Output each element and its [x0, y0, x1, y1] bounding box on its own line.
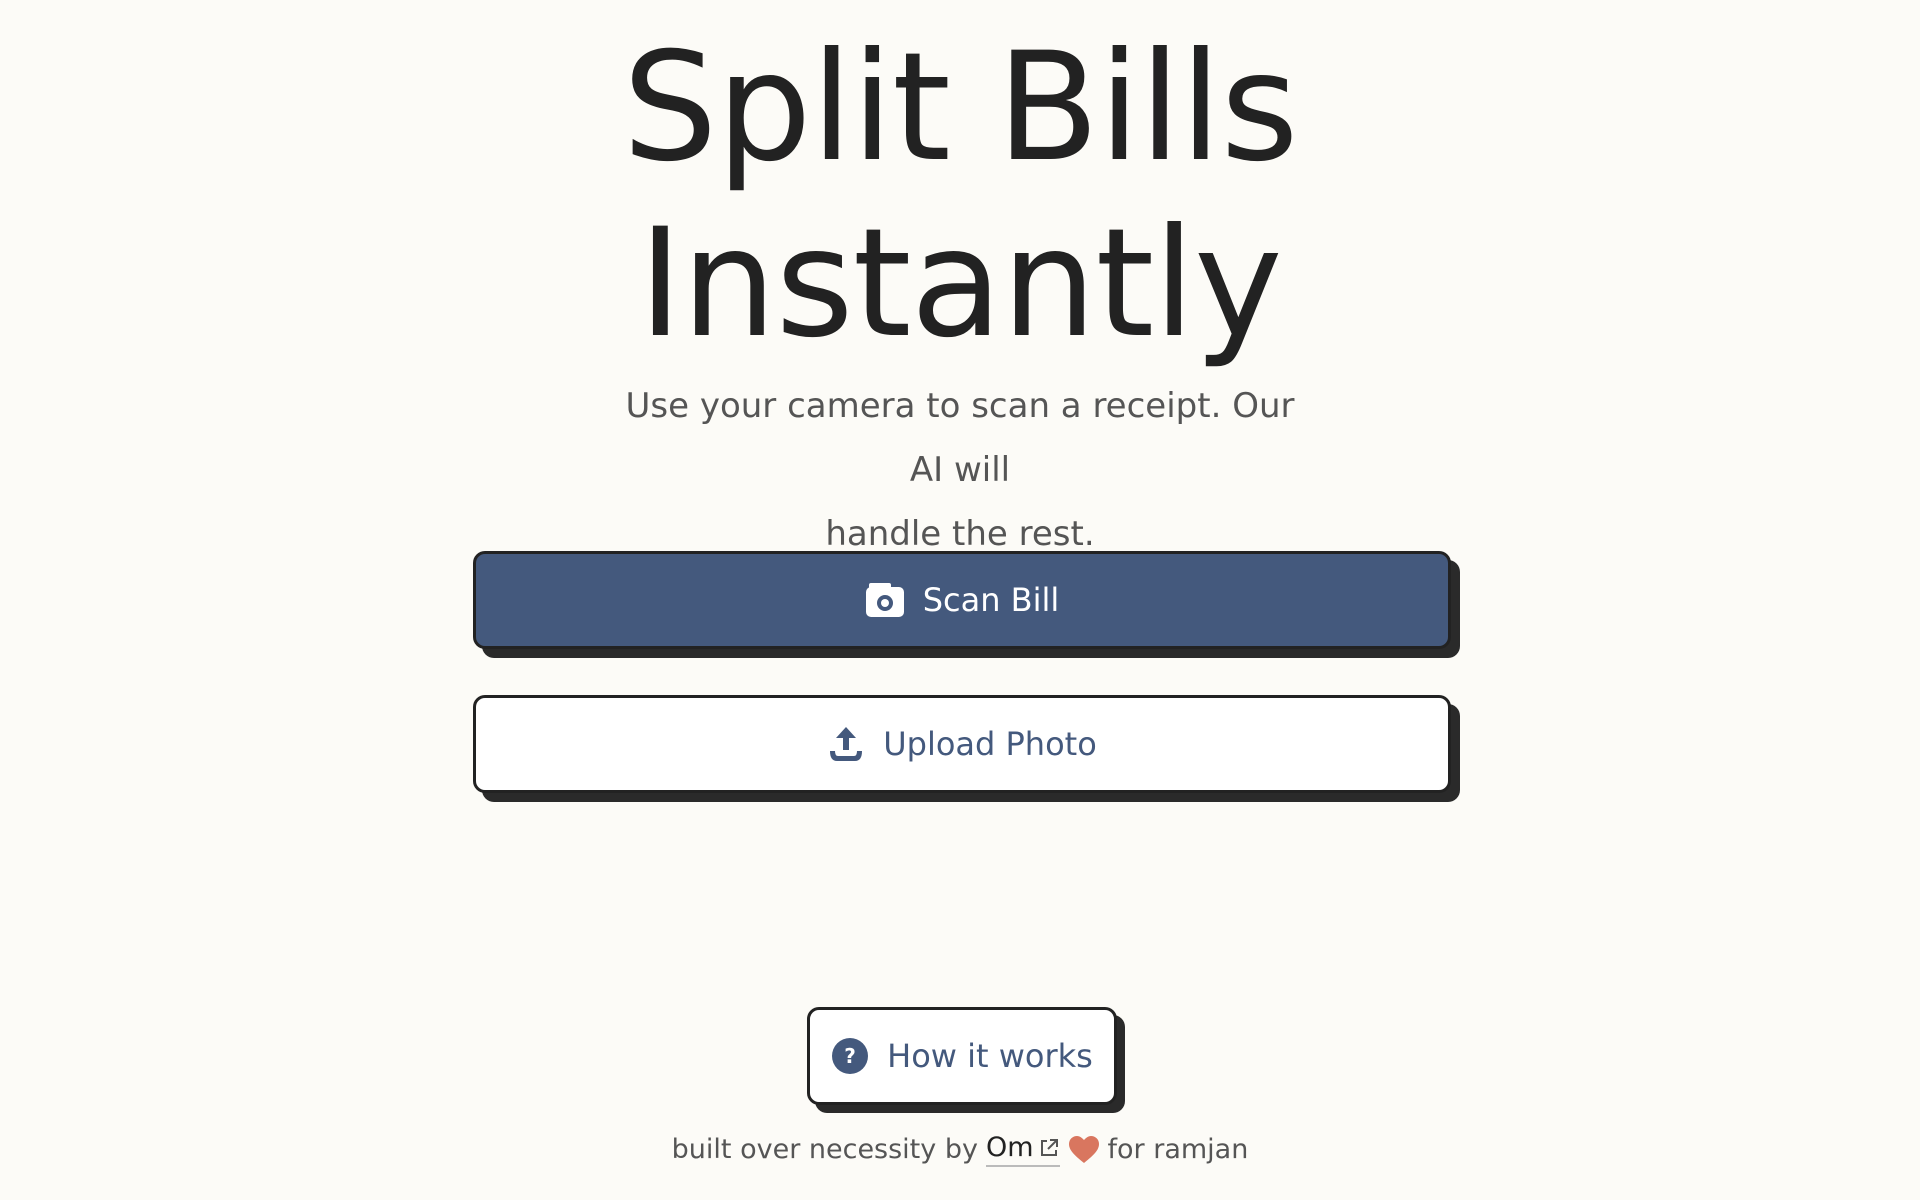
- hero-subtitle-line-1: Use your camera to scan a receipt. Our A…: [625, 386, 1295, 490]
- hero-title-line-1: Split Bills: [622, 21, 1298, 195]
- heart-icon: [1068, 1135, 1100, 1164]
- upload-photo-label: Upload Photo: [883, 725, 1097, 763]
- svg-text:?: ?: [844, 1044, 856, 1068]
- how-it-works-label: How it works: [887, 1037, 1093, 1075]
- hero-subtitle-line-2: handle the rest.: [825, 514, 1095, 554]
- upload-icon: [827, 724, 865, 764]
- scan-bill-label: Scan Bill: [922, 581, 1060, 619]
- camera-icon: [865, 582, 905, 618]
- author-link[interactable]: Om: [985, 1132, 1060, 1167]
- hero-subtitle: Use your camera to scan a receipt. Our A…: [610, 374, 1310, 566]
- hero-title-line-2: Instantly: [638, 197, 1283, 371]
- hero-title: Split Bills Instantly: [0, 20, 1920, 372]
- footer-prefix: built over necessity by: [671, 1134, 978, 1165]
- upload-photo-button[interactable]: Upload Photo: [473, 695, 1451, 793]
- author-name: Om: [985, 1132, 1034, 1163]
- footer: built over necessity by Om for ramjan: [0, 1132, 1920, 1167]
- external-link-icon: [1038, 1137, 1060, 1159]
- scan-bill-button[interactable]: Scan Bill: [473, 551, 1451, 649]
- how-it-works-button[interactable]: ? How it works: [807, 1007, 1117, 1105]
- footer-suffix: for ramjan: [1107, 1134, 1249, 1165]
- question-circle-icon: ?: [831, 1037, 869, 1075]
